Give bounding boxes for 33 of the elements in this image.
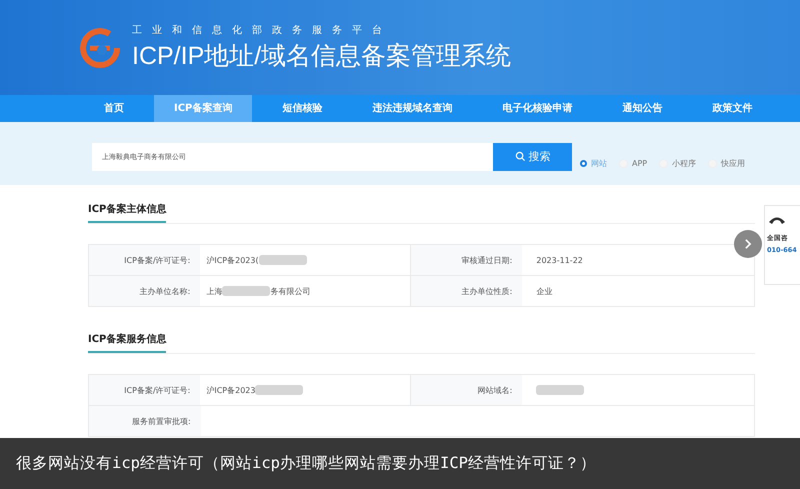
field-label: ICP备案/许可证号: — [89, 245, 200, 275]
nav-tab[interactable]: 违法违规域名查询 — [352, 95, 472, 122]
section-title: ICP备案主体信息 — [88, 198, 166, 223]
header-subtitle: 工业和信息化部政务服务平台 — [132, 24, 393, 37]
next-button[interactable] — [734, 230, 762, 258]
field-label: 主办单位性质: — [411, 276, 522, 306]
nav-tab[interactable]: 电子化核验申请 — [482, 95, 592, 122]
nav-tab[interactable]: ICP备案查询 — [154, 95, 252, 122]
field-value: 上海 — [206, 286, 222, 296]
header-title: ICP/IP地址/域名信息备案管理系统 — [132, 41, 512, 72]
caption-text: 很多网站没有icp经营许可（网站icp办理哪些网站需要办理ICP经营性许可证？） — [16, 453, 596, 474]
type-radio[interactable]: 小程序 — [659, 158, 696, 169]
field-value: 沪ICP备2023( — [206, 254, 259, 266]
field-label: 服务前置审批项: — [89, 406, 201, 436]
field-label: 审核通过日期: — [411, 245, 522, 275]
type-radio[interactable]: 快应用 — [708, 158, 746, 169]
type-radio[interactable]: APP — [619, 158, 648, 169]
nav-tab[interactable]: 通知公告 — [602, 95, 682, 122]
field-label: 主办单位名称: — [89, 276, 200, 306]
nav-tab[interactable]: 政策文件 — [692, 95, 772, 122]
type-radio[interactable]: 网站 — [580, 158, 607, 169]
search-icon — [514, 151, 526, 162]
search-button[interactable]: 搜索 — [493, 142, 572, 170]
logo-icon — [80, 28, 120, 68]
section-title: ICP备案服务信息 — [88, 328, 166, 353]
field-label: ICP备案/许可证号: — [89, 375, 200, 405]
field-value: 企业 — [536, 286, 552, 296]
field-value: 2023-11-22 — [536, 256, 583, 264]
nav-tab[interactable]: 短信核验 — [262, 95, 342, 122]
nav-tab[interactable]: 首页 — [84, 95, 144, 122]
field-label: 网站域名: — [411, 375, 522, 405]
field-value: 沪ICP备2023 — [206, 384, 256, 396]
field-value: 务有限公司 — [270, 286, 310, 296]
